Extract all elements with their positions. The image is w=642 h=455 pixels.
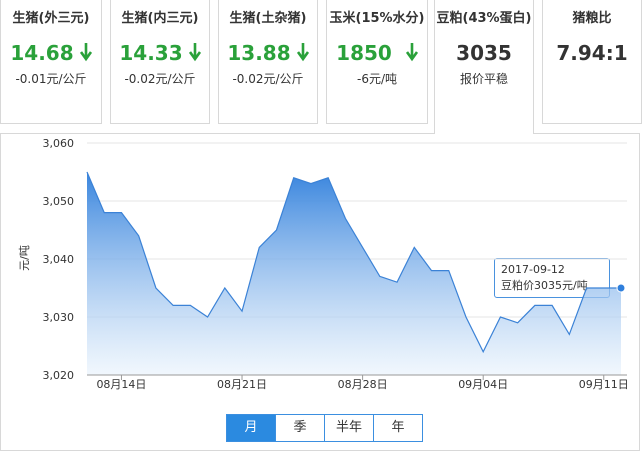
down-arrow-icon <box>79 43 92 62</box>
card-title: 生猪(外三元) <box>12 11 90 26</box>
card-change: -0.02元/公斤 <box>124 72 196 86</box>
range-month-button[interactable]: 月 <box>227 415 276 441</box>
down-arrow-icon <box>188 43 201 62</box>
card-hog-outer[interactable]: 生猪(外三元) 14.68 -0.01元/公斤 <box>0 0 102 124</box>
price-cards: 生猪(外三元) 14.68 -0.01元/公斤 生猪(内三元) 14.33 -0… <box>0 0 642 134</box>
down-arrow-icon <box>405 43 418 62</box>
card-title: 生猪(内三元) <box>121 11 199 26</box>
card-soymeal[interactable]: 豆粕(43%蛋白) 3035 报价平稳 <box>434 0 534 134</box>
card-title: 玉米(15%水分) <box>329 11 425 26</box>
card-change: -0.02元/公斤 <box>232 72 304 86</box>
card-price: 14.68 <box>1 40 101 66</box>
card-title: 生猪(土杂猪) <box>229 11 307 26</box>
card-hog-grain-ratio[interactable]: 猪粮比 7.94:1 <box>542 0 642 124</box>
card-price: 3035 <box>456 41 512 65</box>
card-change: 报价平稳 <box>459 72 508 86</box>
card-hog-inner[interactable]: 生猪(内三元) 14.33 -0.02元/公斤 <box>110 0 210 124</box>
card-title: 猪粮比 <box>572 11 612 26</box>
card-hog-local[interactable]: 生猪(土杂猪) 13.88 -0.02元/公斤 <box>218 0 318 124</box>
card-change: -6元/吨 <box>356 72 397 86</box>
card-corn[interactable]: 玉米(15%水分) 1850 -6元/吨 <box>326 0 428 124</box>
card-title: 豆粕(43%蛋白) <box>436 11 532 26</box>
range-year-button[interactable]: 年 <box>374 415 422 441</box>
chart-tooltip: 2017-09-12 豆粕价3035元/吨 <box>494 258 610 298</box>
card-change: -0.01元/公斤 <box>15 72 87 86</box>
range-half-year-button[interactable]: 半年 <box>325 415 374 441</box>
card-price: 7.94:1 <box>556 41 628 65</box>
card-price: 1850 <box>327 40 427 66</box>
down-arrow-icon <box>296 43 309 62</box>
range-quarter-button[interactable]: 季 <box>276 415 325 441</box>
price-value: 1850 <box>336 41 392 65</box>
tooltip-date: 2017-09-12 <box>501 263 565 276</box>
price-value: 14.33 <box>119 41 183 65</box>
card-price: 13.88 <box>219 40 317 66</box>
card-price: 14.33 <box>111 40 209 66</box>
price-value: 13.88 <box>227 41 291 65</box>
price-value: 14.68 <box>10 41 74 65</box>
range-selector: 月 季 半年 年 <box>226 414 423 442</box>
tooltip-value: 豆粕价3035元/吨 <box>501 279 588 292</box>
